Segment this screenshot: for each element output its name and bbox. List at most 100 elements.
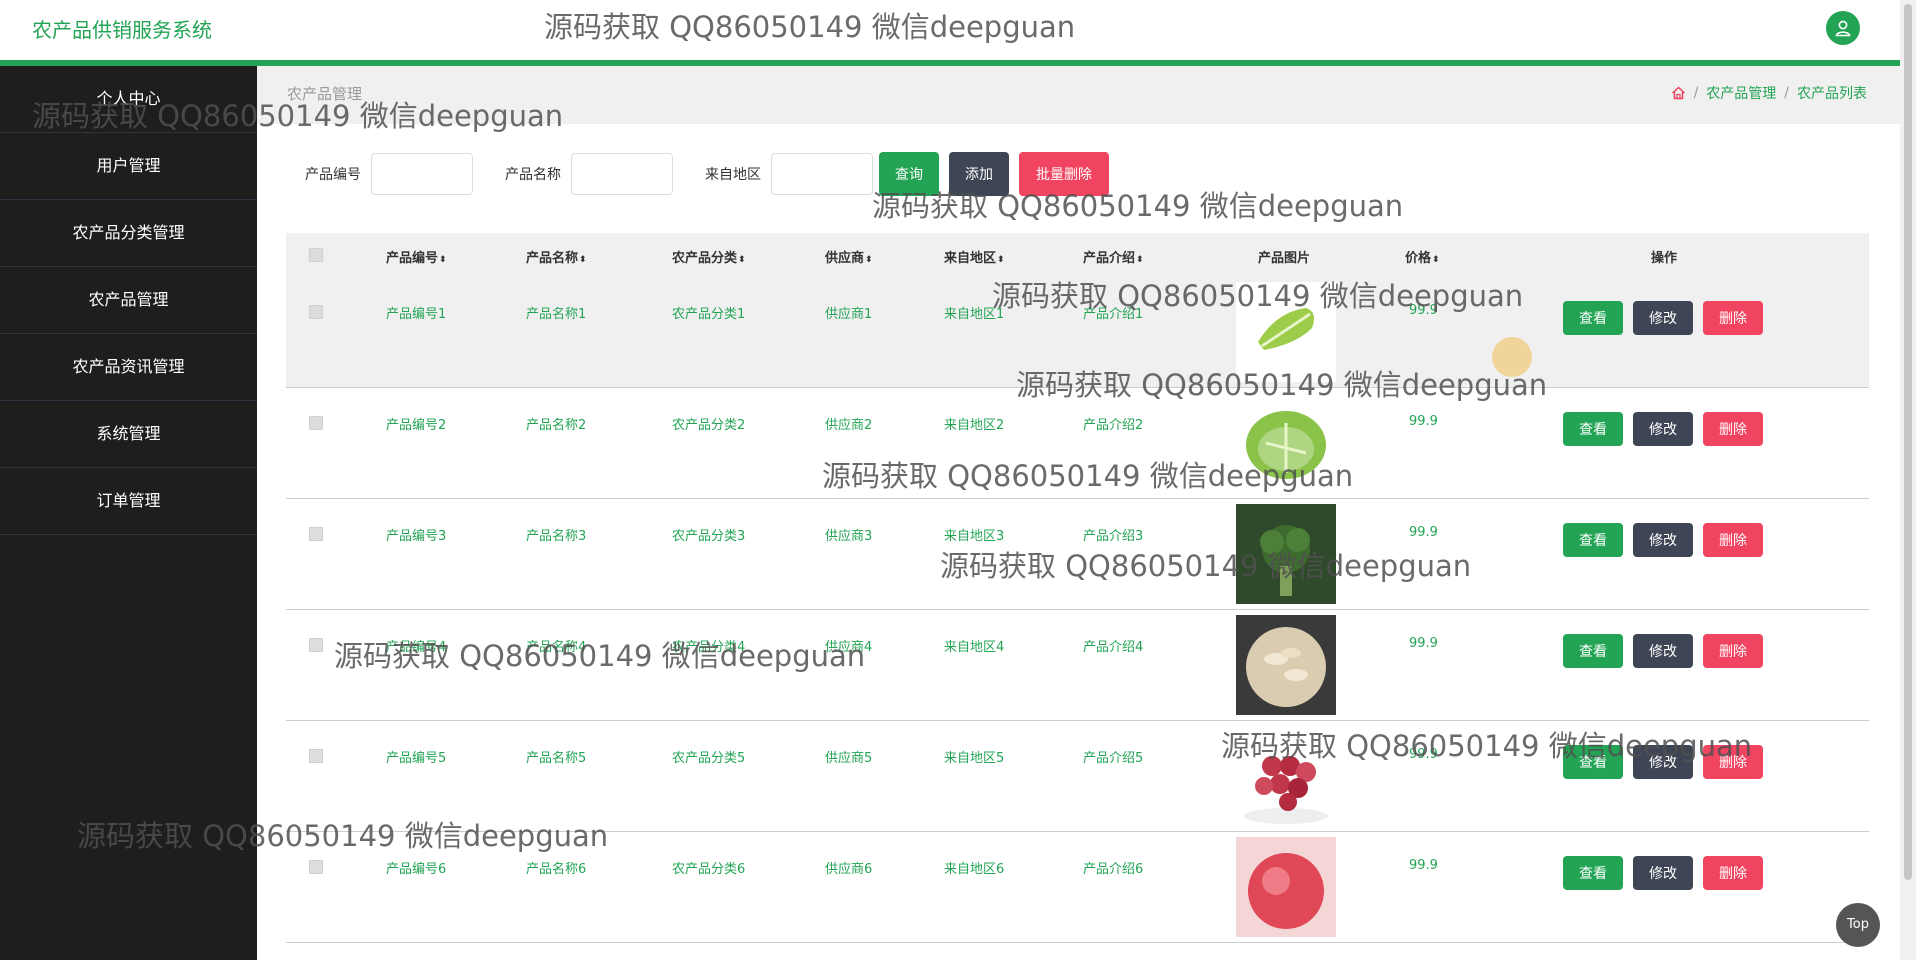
edit-button[interactable]: 修改 — [1633, 523, 1693, 557]
header-supplier[interactable]: 供应商⬍ — [825, 247, 873, 266]
delete-button[interactable]: 删除 — [1703, 856, 1763, 890]
view-button[interactable]: 查看 — [1563, 523, 1623, 557]
search-bar: 产品编号 产品名称 来自地区 查询 添加 批量删除 — [305, 152, 1109, 196]
edit-button[interactable]: 修改 — [1633, 745, 1693, 779]
supplier-cell: 供应商6 — [825, 862, 873, 877]
view-button[interactable]: 查看 — [1563, 745, 1623, 779]
product-code-cell: 产品编号6 — [386, 862, 447, 877]
user-avatar-button[interactable] — [1826, 11, 1860, 45]
sidebar-item-system-management[interactable]: 系统管理 — [0, 401, 257, 468]
view-button[interactable]: 查看 — [1563, 412, 1623, 446]
header-image: 产品图片 — [1258, 251, 1311, 266]
supplier-cell: 供应商5 — [825, 751, 873, 766]
lettuce-image[interactable] — [1236, 282, 1336, 382]
view-button[interactable]: 查看 — [1563, 856, 1623, 890]
breadcrumb-separator: / — [1693, 85, 1699, 101]
user-icon — [1835, 20, 1851, 37]
product-code-label: 产品编号 — [305, 167, 361, 183]
broccoli-image[interactable] — [1236, 504, 1336, 604]
row-checkbox[interactable] — [309, 638, 323, 652]
product-name-cell: 产品名称2 — [526, 418, 587, 433]
edit-button[interactable]: 修改 — [1633, 634, 1693, 668]
breadcrumb-product-management[interactable]: 农产品管理 — [1706, 83, 1776, 103]
nuts-image[interactable] — [1236, 615, 1336, 715]
edit-button[interactable]: 修改 — [1633, 856, 1693, 890]
edit-button[interactable]: 修改 — [1633, 301, 1693, 335]
delete-button[interactable]: 删除 — [1703, 634, 1763, 668]
sidebar-item-order-management[interactable]: 订单管理 — [0, 468, 257, 535]
row-checkbox[interactable] — [309, 527, 323, 541]
product-table: 产品编号⬍ 产品名称⬍ 农产品分类⬍ 供应商⬍ 来自地区⬍ 产品介绍⬍ 产品图片… — [286, 233, 1869, 943]
region-cell: 来自地区6 — [944, 862, 1005, 877]
breadcrumb: / 农产品管理 / 农产品列表 — [1671, 83, 1867, 103]
product-code-cell: 产品编号1 — [386, 307, 447, 322]
row-checkbox[interactable] — [309, 860, 323, 874]
sidebar-item-category-management[interactable]: 农产品分类管理 — [0, 200, 257, 267]
vertical-scrollbar[interactable] — [1900, 0, 1916, 960]
region-cell: 来自地区5 — [944, 751, 1005, 766]
category-cell: 农产品分类5 — [672, 751, 746, 766]
table-body: 产品编号1 产品名称1 农产品分类1 供应商1 来自地区1 产品介绍1 99.9 查看 修改 删除… — [286, 277, 1869, 943]
intro-cell: 产品介绍5 — [1083, 751, 1144, 766]
region-cell: 来自地区2 — [944, 418, 1005, 433]
row-actions: 查看 修改 删除 — [1563, 856, 1763, 890]
category-cell: 农产品分类1 — [672, 307, 746, 322]
edit-button[interactable]: 修改 — [1633, 412, 1693, 446]
breadcrumb-separator: / — [1784, 85, 1789, 101]
header-product-name[interactable]: 产品名称⬍ — [526, 247, 587, 266]
sidebar-item-news-management[interactable]: 农产品资讯管理 — [0, 334, 257, 401]
header-intro[interactable]: 产品介绍⬍ — [1083, 247, 1144, 266]
row-actions: 查看 修改 删除 — [1563, 745, 1763, 779]
supplier-cell: 供应商2 — [825, 418, 873, 433]
batch-delete-button[interactable]: 批量删除 — [1019, 152, 1109, 196]
sidebar-item-product-management[interactable]: 农产品管理 — [0, 267, 257, 334]
product-code-cell: 产品编号5 — [386, 751, 447, 766]
scrollbar-thumb[interactable] — [1904, 4, 1912, 880]
sort-icon: ⬍ — [865, 255, 873, 265]
sort-icon: ⬍ — [1136, 255, 1144, 265]
row-checkbox[interactable] — [309, 305, 323, 319]
header-category[interactable]: 农产品分类⬍ — [672, 247, 746, 266]
product-name-input[interactable] — [571, 153, 673, 195]
price-cell: 99.9 — [1409, 747, 1438, 762]
product-code-input[interactable] — [371, 153, 473, 195]
delete-button[interactable]: 删除 — [1703, 301, 1763, 335]
home-icon[interactable] — [1671, 86, 1686, 100]
apple-image[interactable] — [1236, 837, 1336, 937]
row-checkbox[interactable] — [309, 749, 323, 763]
delete-button[interactable]: 删除 — [1703, 745, 1763, 779]
product-name-cell: 产品名称4 — [526, 640, 587, 655]
sidebar-item-user-management[interactable]: 用户管理 — [0, 133, 257, 200]
back-to-top-button[interactable]: Top — [1836, 903, 1880, 947]
cursor-highlight — [1492, 337, 1532, 377]
header-product-code[interactable]: 产品编号⬍ — [386, 247, 447, 266]
category-cell: 农产品分类4 — [672, 640, 746, 655]
product-name-label: 产品名称 — [505, 167, 561, 183]
page-header-bar: 农产品管理 / 农产品管理 / 农产品列表 — [257, 66, 1900, 124]
row-actions: 查看 修改 删除 — [1563, 301, 1763, 335]
row-checkbox[interactable] — [309, 416, 323, 430]
select-all-checkbox[interactable] — [309, 248, 323, 262]
grapes-image[interactable] — [1236, 726, 1336, 826]
top-header: 农产品供销服务系统 — [0, 0, 1900, 66]
header-price[interactable]: 价格⬍ — [1405, 247, 1440, 266]
add-button[interactable]: 添加 — [949, 152, 1009, 196]
view-button[interactable]: 查看 — [1563, 301, 1623, 335]
product-name-cell: 产品名称1 — [526, 307, 587, 322]
product-code-cell: 产品编号4 — [386, 640, 447, 655]
delete-button[interactable]: 删除 — [1703, 523, 1763, 557]
view-button[interactable]: 查看 — [1563, 634, 1623, 668]
price-cell: 99.9 — [1409, 636, 1438, 651]
delete-button[interactable]: 删除 — [1703, 412, 1763, 446]
category-cell: 农产品分类6 — [672, 862, 746, 877]
region-input[interactable] — [771, 153, 873, 195]
sidebar: 个人中心 用户管理 农产品分类管理 农产品管理 农产品资讯管理 系统管理 订单管… — [0, 66, 257, 960]
breadcrumb-product-list: 农产品列表 — [1797, 86, 1867, 102]
header-region[interactable]: 来自地区⬍ — [944, 247, 1005, 266]
query-button[interactable]: 查询 — [879, 152, 939, 196]
sidebar-item-personal-center[interactable]: 个人中心 — [0, 66, 257, 133]
cabbage-image[interactable] — [1236, 393, 1336, 493]
table-row: 产品编号6 产品名称6 农产品分类6 供应商6 来自地区6 产品介绍6 99.9 查看 修改 删除 — [286, 832, 1869, 943]
category-cell: 农产品分类2 — [672, 418, 746, 433]
table-row: 产品编号2 产品名称2 农产品分类2 供应商2 来自地区2 产品介绍2 99.9 查看 修改 删除 — [286, 388, 1869, 499]
